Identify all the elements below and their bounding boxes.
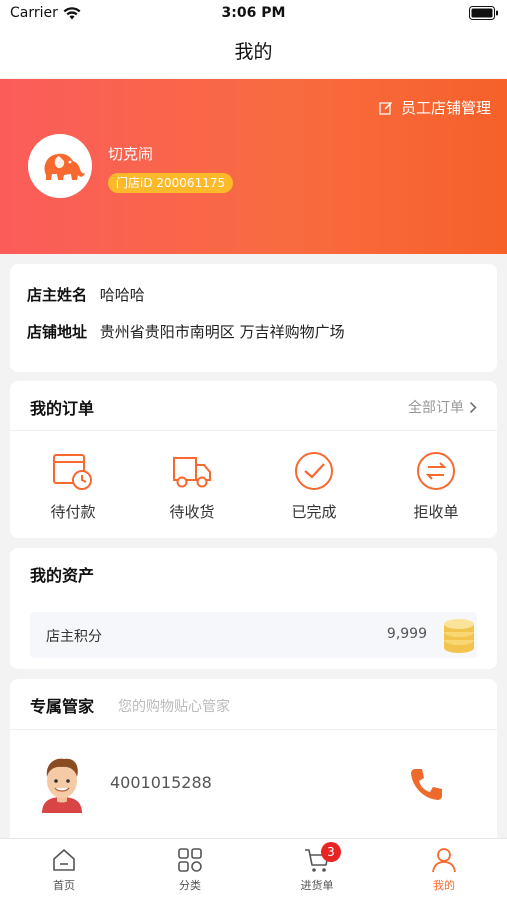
shop-info-card: 店主姓名 哈哈哈 店铺地址 贵州省贵阳市南明区 万吉祥购物广场 bbox=[10, 264, 497, 372]
tab-purchase-list[interactable]: 3 进货单 bbox=[277, 842, 357, 893]
cart-count-badge: 3 bbox=[321, 842, 341, 862]
all-orders-label: 全部订单 bbox=[408, 400, 464, 416]
order-pending-payment[interactable]: 待付款 bbox=[23, 450, 123, 522]
check-circle-icon bbox=[295, 452, 333, 490]
rejected-label: 拒收单 bbox=[413, 503, 459, 521]
status-time: 3:06 PM bbox=[221, 5, 286, 21]
assets-title: 我的资产 bbox=[30, 566, 95, 585]
order-pending-receipt[interactable]: 待收货 bbox=[142, 450, 242, 522]
my-assets-card: 我的资产 店主积分 9,999 bbox=[10, 548, 497, 669]
battery-icon bbox=[469, 6, 498, 20]
manager-phone-number: 4001015288 bbox=[110, 773, 212, 792]
pending-payment-icon bbox=[53, 454, 92, 490]
edit-icon bbox=[379, 101, 392, 115]
owner-row: 店主姓名 哈哈哈 bbox=[27, 284, 145, 305]
tab-home-label: 首页 bbox=[53, 879, 75, 892]
shop-avatar[interactable] bbox=[28, 134, 92, 198]
dedicated-manager-card: 专属管家 您的购物贴心管家 4001015288 bbox=[10, 679, 497, 849]
nav-bar: 我的 bbox=[0, 28, 507, 78]
divider bbox=[10, 729, 497, 730]
points-row[interactable]: 店主积分 9,999 bbox=[30, 612, 477, 658]
order-rejected[interactable]: 拒收单 bbox=[386, 450, 486, 522]
tab-home[interactable]: 首页 bbox=[24, 846, 104, 893]
grid-icon bbox=[178, 848, 202, 872]
tab-purchase-list-label: 进货单 bbox=[300, 879, 334, 892]
pending-receipt-label: 待收货 bbox=[169, 503, 215, 521]
address-label: 店铺地址 bbox=[27, 323, 88, 341]
status-bar: Carrier 3:06 PM bbox=[0, 0, 507, 28]
manager-title: 专属管家 bbox=[30, 697, 95, 716]
delivery-truck-icon bbox=[173, 457, 211, 488]
tab-category[interactable]: 分类 bbox=[150, 846, 230, 893]
home-icon bbox=[53, 849, 75, 871]
my-orders-card: 我的订单 全部订单 待付款 待收货 已完成 拒收单 bbox=[10, 381, 497, 538]
points-value: 9,999 bbox=[386, 626, 427, 642]
user-icon bbox=[432, 848, 456, 873]
points-label: 店主积分 bbox=[46, 629, 102, 645]
order-completed[interactable]: 已完成 bbox=[264, 450, 364, 522]
pending-payment-label: 待付款 bbox=[50, 503, 96, 521]
owner-label: 店主姓名 bbox=[27, 286, 88, 304]
all-orders-link[interactable]: 全部订单 bbox=[408, 397, 477, 417]
staff-shop-management-link[interactable]: 员工店铺管理 bbox=[379, 97, 491, 118]
tab-me-label: 我的 bbox=[433, 879, 455, 892]
divider bbox=[10, 430, 497, 431]
orders-title: 我的订单 bbox=[30, 399, 95, 418]
page-title: 我的 bbox=[234, 41, 273, 63]
tab-category-label: 分类 bbox=[179, 879, 201, 892]
owner-value: 哈哈哈 bbox=[99, 286, 145, 304]
chevron-right-icon bbox=[469, 401, 477, 413]
completed-label: 已完成 bbox=[291, 503, 337, 521]
manager-subtitle: 您的购物贴心管家 bbox=[118, 699, 230, 715]
address-value: 贵州省贵阳市南明区 万吉祥购物广场 bbox=[99, 323, 345, 341]
bottom-tab-bar: 首页 分类 3 进货单 我的 bbox=[0, 838, 507, 900]
profile-header: 员工店铺管理 切克闹 门店iD 200061175 bbox=[0, 79, 507, 254]
shop-name: 切克闹 bbox=[108, 145, 154, 163]
coins-icon bbox=[444, 619, 474, 653]
exchange-circle-icon bbox=[417, 452, 455, 490]
elephant-logo-icon bbox=[44, 153, 85, 180]
staff-shop-management-label: 员工店铺管理 bbox=[400, 99, 491, 117]
manager-avatar bbox=[42, 758, 82, 813]
tab-me[interactable]: 我的 bbox=[404, 846, 484, 893]
phone-icon[interactable] bbox=[407, 764, 447, 804]
address-row: 店铺地址 贵州省贵阳市南明区 万吉祥购物广场 bbox=[27, 321, 345, 342]
shop-id-badge: 门店iD 200061175 bbox=[108, 173, 234, 193]
